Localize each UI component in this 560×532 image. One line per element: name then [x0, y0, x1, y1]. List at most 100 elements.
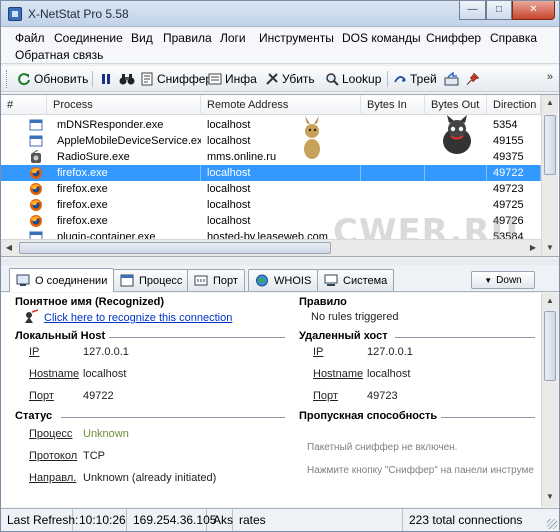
grid-vertical-scrollbar[interactable]: ▲ ▼ [541, 95, 558, 256]
connection-icon [16, 274, 30, 287]
menu-file[interactable]: Файл [15, 29, 45, 47]
window-icon [29, 118, 43, 132]
cell-bytes-out [425, 197, 487, 213]
firefox-icon [29, 198, 43, 212]
scroll-right-arrow-icon[interactable]: ▶ [525, 240, 541, 256]
cell-bytes-in [361, 133, 425, 149]
tab-whois[interactable]: WHOIS [248, 269, 319, 291]
kill-button[interactable]: Убить [263, 69, 317, 89]
menu-rules[interactable]: Правила [163, 29, 212, 47]
table-row[interactable]: firefox.exe localhost 49722 [1, 165, 541, 181]
lookup-button[interactable]: Lookup [323, 69, 383, 89]
menu-sniffer[interactable]: Сниффер [426, 29, 481, 47]
pause-icon [99, 72, 113, 86]
find-button[interactable] [117, 69, 135, 89]
port-icon [194, 274, 208, 287]
menu-view[interactable]: Вид [131, 29, 153, 47]
table-row[interactable]: firefox.exe localhost 49725 [1, 197, 541, 213]
cell-process: firefox.exe [57, 199, 108, 211]
friendly-name-header: Понятное имя (Recognized) [15, 296, 165, 308]
grid-horizontal-scrollbar[interactable]: ◀ ▶ [1, 239, 541, 256]
scroll-left-arrow-icon[interactable]: ◀ [1, 240, 17, 256]
grid-vscroll-thumb[interactable] [544, 115, 556, 175]
local-host-header: Локальный Host [15, 330, 106, 342]
local-port-value: 49722 [83, 390, 114, 402]
scroll-up-arrow-icon[interactable]: ▲ [542, 95, 558, 111]
details-scroll-down-arrow-icon[interactable]: ▼ [542, 489, 558, 505]
status-protocol-label: Протокол [29, 450, 78, 462]
trace-button[interactable]: Трей [391, 69, 439, 89]
tab-port[interactable]: Порт [187, 269, 245, 291]
tab-process[interactable]: Процесс [113, 269, 190, 291]
cell-remote: localhost [201, 165, 361, 181]
scroll-down-arrow-icon[interactable]: ▼ [542, 240, 558, 256]
remote-port-value: 49723 [367, 390, 398, 402]
down-button[interactable]: ▼ Down [471, 271, 535, 289]
rule-value: No rules triggered [311, 311, 399, 323]
grid-hscroll-thumb[interactable] [19, 242, 331, 254]
splitter[interactable] [1, 259, 559, 265]
menu-tools[interactable]: Инструменты [259, 29, 334, 47]
pause-button[interactable] [97, 69, 115, 89]
kill-label: Убить [282, 72, 315, 86]
col-header-remote-address[interactable]: Remote Address [201, 95, 361, 115]
status-direction-value: Unknown (already initiated) [83, 472, 217, 484]
maximize-button[interactable]: □ [486, 1, 512, 20]
cell-process: mDNSResponder.exe [57, 119, 164, 131]
window-icon [29, 134, 43, 148]
cell-process: firefox.exe [51, 165, 201, 181]
cell-remote: localhost [207, 135, 251, 147]
rates-status: rates [233, 509, 403, 531]
last-refresh-label: Last Refresh: [1, 509, 78, 531]
rule-header: Правило [299, 296, 347, 308]
kill-icon [265, 72, 279, 86]
total-connections-status: 223 total connections [409, 513, 523, 527]
resize-grip-icon[interactable] [547, 519, 557, 529]
col-header-process[interactable]: Process [47, 95, 201, 115]
menu-help[interactable]: Справка [490, 29, 537, 47]
menu-connection[interactable]: Соединение [54, 29, 123, 47]
cell-bytes-in [361, 197, 425, 213]
cell-direction: 49375 [493, 151, 524, 163]
pin-button[interactable] [464, 69, 482, 89]
remote-host-divider [395, 337, 535, 338]
info-button[interactable]: Инфа [206, 69, 259, 89]
col-header-number[interactable]: # [1, 95, 47, 115]
trace-label: Трей [410, 72, 437, 86]
details-scroll-up-arrow-icon[interactable]: ▲ [542, 293, 558, 309]
menu-dos-commands[interactable]: DOS команды [342, 29, 421, 47]
col-header-direction[interactable]: Direction [487, 95, 541, 115]
local-hostname-value: localhost [83, 368, 127, 380]
close-button[interactable]: ✕ [512, 1, 555, 20]
toolbar-separator [92, 71, 93, 87]
wizard-icon [25, 309, 39, 323]
export-button[interactable] [442, 69, 460, 89]
tab-connection[interactable]: О соединении [9, 268, 115, 292]
cell-direction: 49722 [487, 165, 541, 181]
toolbar-grip[interactable] [6, 70, 9, 88]
pin-icon [466, 72, 480, 86]
sniffer-button[interactable]: Сниффер [138, 69, 214, 89]
tab-connection-label: О соединении [35, 274, 108, 287]
menu-logs[interactable]: Логи [220, 29, 246, 47]
col-header-bytes-in[interactable]: Bytes In [361, 95, 425, 115]
details-vertical-scrollbar[interactable]: ▲ ▼ [541, 293, 558, 507]
radio-icon [29, 149, 43, 164]
tab-system[interactable]: Система [317, 269, 395, 291]
status-divider [61, 417, 285, 418]
minimize-button[interactable]: — [459, 1, 486, 20]
refresh-button[interactable]: Обновить [15, 69, 90, 89]
toolbar-overflow-chevron-icon[interactable]: » [547, 71, 553, 83]
cell-process: RadioSure.exe [57, 151, 130, 163]
refresh-label: Обновить [34, 72, 89, 86]
details-tab-bar: О соединении Процесс Порт WHOIS Система … [1, 266, 559, 292]
table-row[interactable]: firefox.exe localhost 49723 [1, 181, 541, 197]
status-protocol-value: TCP [83, 450, 105, 462]
cell-remote: mms.online.ru [207, 151, 277, 163]
firefox-icon [29, 182, 43, 196]
recognize-connection-link[interactable]: Click here to recognize this connection [44, 312, 232, 324]
cell-remote: localhost [207, 199, 251, 211]
col-header-bytes-out[interactable]: Bytes Out [425, 95, 487, 115]
menu-feedback[interactable]: Обратная связь [15, 46, 103, 64]
details-vscroll-thumb[interactable] [544, 311, 556, 381]
